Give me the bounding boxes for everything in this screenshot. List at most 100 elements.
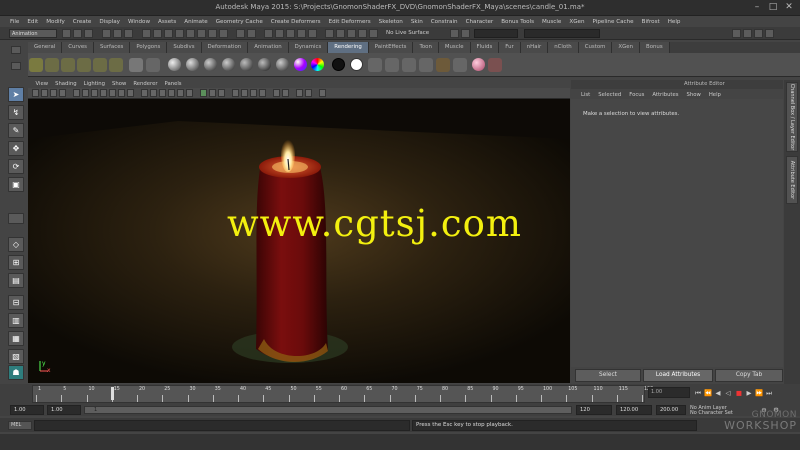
motion-blur-icon[interactable]: [241, 89, 248, 97]
menu-create-deformers[interactable]: Create Deformers: [267, 19, 325, 25]
close-button[interactable]: ✕: [782, 2, 796, 13]
menu-modify[interactable]: Modify: [42, 19, 69, 25]
save-scene-icon[interactable]: [84, 29, 93, 38]
ae-menu-selected[interactable]: Selected: [594, 92, 625, 98]
menu-edit-deformers[interactable]: Edit Deformers: [325, 19, 375, 25]
shelf-tab-bonus[interactable]: Bonus: [640, 42, 670, 53]
lambert-shader-icon[interactable]: [168, 58, 181, 71]
lasso-tool[interactable]: ↯: [8, 105, 24, 120]
step-back-key-icon[interactable]: ⏪: [704, 389, 712, 397]
depth-of-field-icon[interactable]: [259, 89, 266, 97]
hypershade-icon[interactable]: [385, 58, 399, 72]
shelf-tab-fur[interactable]: Fur: [499, 42, 521, 53]
blinn-shader-icon[interactable]: [186, 58, 199, 71]
perspective-graph-layout[interactable]: ⊟: [8, 295, 24, 310]
smooth-shade-icon[interactable]: [150, 89, 157, 97]
viewport-menu-renderer[interactable]: Renderer: [130, 81, 161, 87]
phong-shader-icon[interactable]: [204, 58, 217, 71]
shelf-tab-painteffects[interactable]: PaintEffects: [368, 42, 414, 53]
select-handles-icon[interactable]: [142, 29, 151, 38]
scale-tool[interactable]: ▣: [8, 177, 24, 192]
attribute-editor-tab[interactable]: Attribute Editor: [786, 156, 798, 204]
render-settings-icon[interactable]: [369, 29, 378, 38]
ipr-render-icon[interactable]: [358, 29, 367, 38]
field-chart-icon[interactable]: [109, 89, 116, 97]
wireframe-on-shaded-icon[interactable]: [159, 89, 166, 97]
ae-menu-focus[interactable]: Focus: [625, 92, 648, 98]
surface-shader-icon[interactable]: [332, 58, 345, 71]
stop-playback-icon[interactable]: ■: [735, 389, 743, 397]
outliner-graph-layout[interactable]: ▦: [8, 331, 24, 346]
shelf-tab-general[interactable]: General: [28, 42, 63, 53]
viewport-menu-view[interactable]: View: [32, 81, 52, 87]
ae-load-attributes-button[interactable]: Load Attributes: [643, 369, 713, 382]
ramp-shader-icon[interactable]: [276, 58, 289, 71]
menu-bonus-tools[interactable]: Bonus Tools: [497, 19, 538, 25]
step-forward-key-icon[interactable]: ⏩: [755, 389, 763, 397]
construction-history-icon[interactable]: [461, 29, 470, 38]
render-view-window-icon[interactable]: [402, 58, 416, 72]
shelf-tab-custom[interactable]: Custom: [578, 42, 613, 53]
area-light-icon[interactable]: [77, 58, 91, 72]
use-background-icon[interactable]: [350, 58, 363, 71]
highlight-selection-icon[interactable]: [247, 29, 256, 38]
point-light-icon[interactable]: [29, 58, 43, 72]
menu-window[interactable]: Window: [124, 19, 154, 25]
menu-constrain[interactable]: Constrain: [427, 19, 462, 25]
render-current-icon[interactable]: [347, 29, 356, 38]
shadows-icon[interactable]: [186, 89, 193, 97]
menu-bifrost[interactable]: Bifrost: [638, 19, 664, 25]
spot-light-icon[interactable]: [45, 58, 59, 72]
minimize-button[interactable]: –: [750, 2, 764, 13]
select-joints-icon[interactable]: [153, 29, 162, 38]
menu-pipeline-cache[interactable]: Pipeline Cache: [589, 19, 638, 25]
safe-title-icon[interactable]: [127, 89, 134, 97]
perspective-outliner-layout[interactable]: ▤: [8, 273, 24, 288]
select-dynamics-icon[interactable]: [197, 29, 206, 38]
viewport-menu-show[interactable]: Show: [109, 81, 130, 87]
viewport-menu-lighting[interactable]: Lighting: [80, 81, 108, 87]
shading-map-icon[interactable]: [294, 58, 307, 71]
playback-end-field[interactable]: 120: [576, 405, 612, 415]
select-curves-icon[interactable]: [164, 29, 173, 38]
shelf-tab-polygons[interactable]: Polygons: [130, 42, 168, 53]
shelf-tab-dynamics[interactable]: Dynamics: [288, 42, 329, 53]
shelf-tab-ncloth[interactable]: nCloth: [548, 42, 579, 53]
four-view-layout[interactable]: ⊞: [8, 255, 24, 270]
shelf-editor-icon[interactable]: [11, 62, 21, 70]
bifrost-layout[interactable]: ☗: [8, 365, 24, 380]
snap-point-icon[interactable]: [286, 29, 295, 38]
shelf-tab-muscle[interactable]: Muscle: [438, 42, 471, 53]
make-live-icon[interactable]: [308, 29, 317, 38]
show-modeling-toolkit-icon[interactable]: [765, 29, 774, 38]
directional-light-icon[interactable]: [61, 58, 75, 72]
image-plane-icon[interactable]: [59, 89, 66, 97]
menu-file[interactable]: File: [6, 19, 23, 25]
safe-action-icon[interactable]: [118, 89, 125, 97]
film-gate-icon[interactable]: [82, 89, 89, 97]
paint-select-tool[interactable]: ✎: [8, 123, 24, 138]
shelf-tab-menu-icon[interactable]: [11, 46, 21, 54]
select-object-icon[interactable]: [113, 29, 122, 38]
render-globals-icon[interactable]: [472, 58, 485, 71]
ambient-occlusion-icon[interactable]: [232, 89, 239, 97]
select-component-icon[interactable]: [124, 29, 133, 38]
grid-icon[interactable]: [73, 89, 80, 97]
ae-menu-attributes[interactable]: Attributes: [648, 92, 682, 98]
current-time-indicator[interactable]: [111, 387, 114, 400]
rotate-tool[interactable]: ⟳: [8, 159, 24, 174]
rename-field[interactable]: [524, 29, 600, 38]
render-view-icon[interactable]: [336, 29, 345, 38]
select-deformations-icon[interactable]: [186, 29, 195, 38]
camera-attributes-icon[interactable]: [41, 89, 48, 97]
menu-skin[interactable]: Skin: [407, 19, 427, 25]
color-management-icon[interactable]: [319, 89, 326, 97]
anisotropic-shader-icon[interactable]: [240, 58, 253, 71]
ae-menu-list[interactable]: List: [577, 92, 594, 98]
ae-menu-show[interactable]: Show: [683, 92, 705, 98]
camera-aim-icon[interactable]: [146, 58, 160, 72]
step-back-frame-icon[interactable]: ◀: [714, 389, 722, 397]
shelf-tab-subdivs[interactable]: Subdivs: [167, 42, 202, 53]
volume-light-icon[interactable]: [109, 58, 123, 72]
shelf-tab-fluids[interactable]: Fluids: [470, 42, 500, 53]
